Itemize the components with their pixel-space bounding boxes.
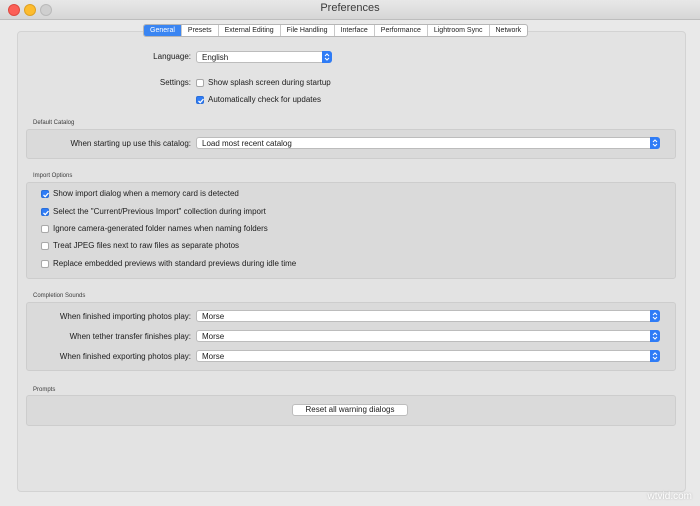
tab-performance[interactable]: Performance (375, 25, 428, 36)
check-updates-checkbox[interactable] (196, 96, 204, 104)
tab-lightroom-sync[interactable]: Lightroom Sync (428, 25, 490, 36)
checkmark-icon (198, 98, 204, 104)
import-option-label: Ignore camera-generated folder names whe… (53, 224, 268, 233)
import-sound-value: Morse (202, 312, 225, 321)
export-sound-select[interactable]: Morse (196, 350, 660, 362)
settings-label: Settings: (159, 78, 191, 87)
import-option-checkbox[interactable] (41, 242, 49, 250)
language-label: Language: (153, 52, 191, 61)
language-select[interactable]: English (196, 51, 332, 63)
tab-interface[interactable]: Interface (335, 25, 375, 36)
import-option-checkbox[interactable] (41, 190, 49, 198)
import-option-checkbox[interactable] (41, 208, 49, 216)
tab-file-handling[interactable]: File Handling (281, 25, 335, 36)
check-updates-label: Automatically check for updates (208, 95, 321, 104)
reset-warning-dialogs-button[interactable]: Reset all warning dialogs (292, 404, 408, 416)
tether-sound-label: When tether transfer finishes play: (69, 332, 191, 341)
tab-network[interactable]: Network (490, 25, 528, 36)
chevron-updown-icon (650, 137, 660, 149)
export-sound-value: Morse (202, 352, 225, 361)
import-option-label: Replace embedded previews with standard … (53, 259, 297, 268)
tab-general[interactable]: General (144, 25, 182, 36)
splash-screen-checkbox[interactable] (196, 79, 204, 87)
tether-sound-select[interactable]: Morse (196, 330, 660, 342)
tether-sound-value: Morse (202, 332, 225, 341)
tab-bar: General Presets External Editing File Ha… (143, 24, 529, 37)
import-option-checkbox[interactable] (41, 225, 49, 233)
checkmark-icon (43, 210, 49, 216)
prompts-title: Prompts (33, 387, 56, 393)
default-catalog-value: Load most recent catalog (202, 139, 292, 148)
import-option-label: Show import dialog when a memory card is… (53, 189, 239, 198)
default-catalog-label: When starting up use this catalog: (70, 139, 191, 148)
chevron-updown-icon (650, 350, 660, 362)
chevron-updown-icon (322, 51, 332, 63)
import-sound-select[interactable]: Morse (196, 310, 660, 322)
import-option-label: Treat JPEG files next to raw files as se… (53, 241, 240, 250)
default-catalog-select[interactable]: Load most recent catalog (196, 137, 660, 149)
default-catalog-title: Default Catalog (33, 120, 75, 126)
completion-sounds-title: Completion Sounds (33, 293, 86, 299)
chevron-updown-icon (650, 330, 660, 342)
import-sound-label: When finished importing photos play: (59, 312, 191, 321)
chevron-updown-icon (650, 310, 660, 322)
tab-external-editing[interactable]: External Editing (219, 25, 281, 36)
window-title: Preferences (320, 2, 380, 14)
splash-screen-label: Show splash screen during startup (208, 78, 331, 87)
import-option-checkbox[interactable] (41, 260, 49, 268)
import-options-title: Import Options (33, 173, 73, 179)
language-value: English (202, 53, 229, 62)
checkmark-icon (43, 192, 49, 198)
import-option-label: Select the "Current/Previous Import" col… (53, 207, 266, 216)
export-sound-label: When finished exporting photos play: (59, 352, 191, 361)
title-bar: Preferences (0, 0, 700, 20)
watermark: wtvid.com (647, 491, 692, 502)
tab-presets[interactable]: Presets (182, 25, 219, 36)
